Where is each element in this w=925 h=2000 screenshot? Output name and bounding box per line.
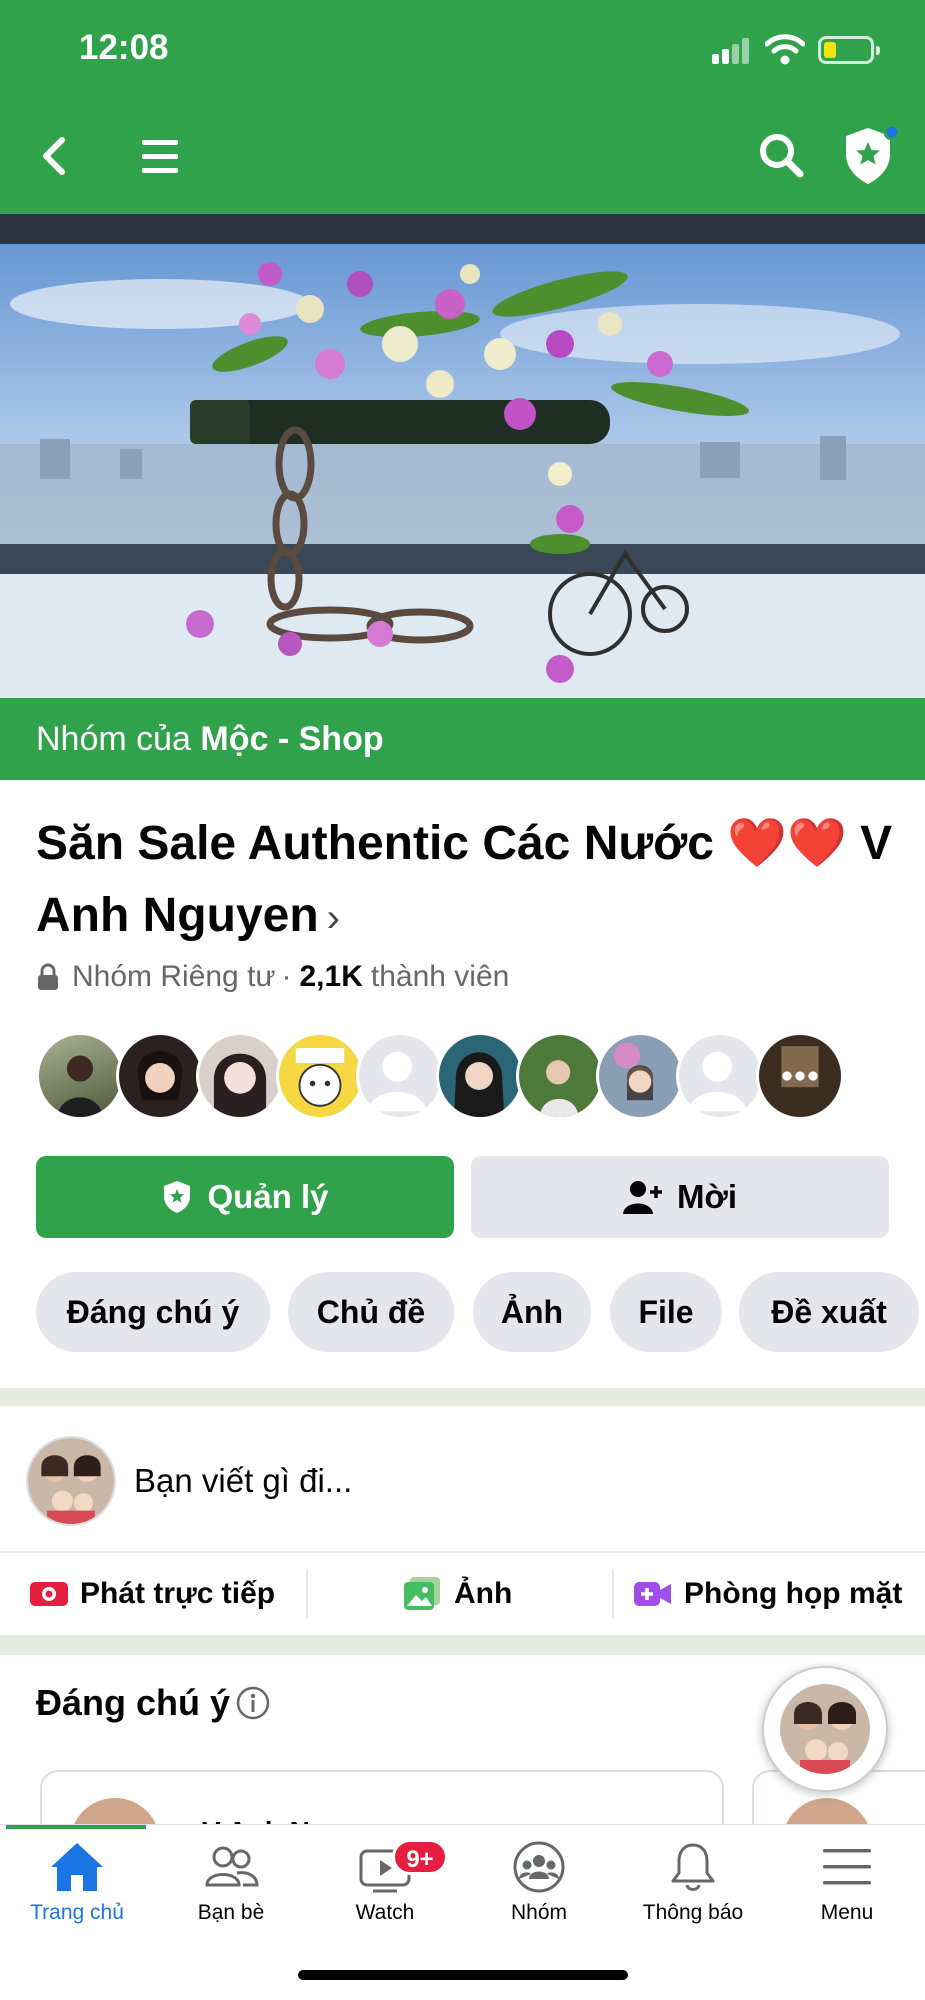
member-avatar[interactable] <box>36 1032 124 1120</box>
active-tab-indicator <box>6 1825 146 1829</box>
tab-menu-label: Menu <box>820 1901 874 1924</box>
manage-label: Quản lý <box>207 1178 329 1215</box>
privacy-label: Nhóm Riêng tư <box>72 960 276 993</box>
chip-topics[interactable]: Chủ đề <box>288 1272 454 1352</box>
room-label: Phòng họp mặt <box>684 1577 903 1610</box>
tab-notifications-label: Thông báo <box>642 1901 744 1924</box>
tab-notifications[interactable]: Thông báo <box>616 1839 770 1959</box>
more-members-avatar[interactable] <box>756 1032 844 1120</box>
chevron-right-icon: › <box>326 896 340 940</box>
status-time: 12:08 <box>79 28 169 67</box>
tab-groups-label: Nhóm <box>510 1901 568 1924</box>
member-count[interactable]: 2,1K <box>300 960 363 994</box>
photo-button[interactable]: Ảnh <box>404 1553 512 1635</box>
friends-icon <box>205 1846 259 1887</box>
member-avatar-default[interactable] <box>356 1032 444 1120</box>
admin-shield-icon <box>164 1181 191 1213</box>
chip-files[interactable]: File <box>610 1272 722 1352</box>
member-avatar[interactable] <box>116 1032 204 1120</box>
chat-head-avatar <box>780 1684 870 1774</box>
featured-section-title: Đáng chú ý <box>36 1682 270 1724</box>
back-icon[interactable] <box>36 132 72 180</box>
tab-friends-label: Bạn bè <box>197 1901 265 1924</box>
watch-badge: 9+ <box>392 1839 448 1875</box>
post-composer[interactable]: Bạn viết gì đi... <box>0 1406 925 1552</box>
meta-separator: · <box>281 960 292 993</box>
manage-button[interactable]: Quản lý <box>36 1156 454 1238</box>
my-avatar[interactable] <box>26 1436 116 1526</box>
battery-icon <box>818 36 880 64</box>
member-label: thành viên <box>370 960 510 993</box>
tab-groups[interactable]: Nhóm <box>462 1839 616 1959</box>
member-avatar[interactable] <box>436 1032 524 1120</box>
menu-icon[interactable] <box>140 136 180 176</box>
live-label: Phát trực tiếp <box>80 1577 276 1610</box>
group-owner-bar[interactable]: Nhóm của Mộc - Shop <box>0 698 925 780</box>
owner-prefix: Nhóm của <box>36 720 201 758</box>
tab-home-label: Trang chủ <box>30 1901 124 1924</box>
bell-icon <box>671 1843 715 1891</box>
section-divider <box>0 1635 925 1655</box>
group-name: Săn Sale Authentic Các Nước ❤️❤️ V Anh N… <box>36 817 893 942</box>
member-avatar[interactable] <box>516 1032 604 1120</box>
chip-photos[interactable]: Ảnh <box>473 1272 591 1352</box>
photo-icon <box>404 1577 440 1610</box>
video-room-icon <box>634 1582 671 1606</box>
info-icon[interactable] <box>236 1686 270 1720</box>
invite-label: Mời <box>676 1178 738 1215</box>
member-avatar[interactable] <box>196 1032 284 1120</box>
wifi-icon <box>765 34 805 65</box>
tab-watch[interactable]: 9+ Watch <box>308 1839 462 1959</box>
search-icon[interactable] <box>756 130 806 180</box>
admin-shield-icon[interactable] <box>840 122 900 188</box>
member-avatar-default[interactable] <box>676 1032 764 1120</box>
live-video-icon <box>30 1582 68 1606</box>
chat-head-bubble[interactable] <box>762 1666 888 1792</box>
group-meta: Nhóm Riêng tư · 2,1K thành viên <box>36 960 509 994</box>
tab-menu[interactable]: Menu <box>770 1839 924 1959</box>
add-person-icon <box>622 1181 662 1214</box>
group-page: { "status_bar": { "time": "12:08" }, "co… <box>0 0 925 2000</box>
cellular-signal-icon <box>712 38 750 64</box>
owner-name[interactable]: Mộc - Shop <box>200 720 383 758</box>
section-divider <box>0 1388 925 1406</box>
group-title[interactable]: Săn Sale Authentic Các Nước ❤️❤️ V Anh N… <box>36 808 896 954</box>
member-avatar[interactable] <box>596 1032 684 1120</box>
tab-home[interactable]: Trang chủ <box>0 1839 154 1959</box>
action-separator <box>306 1569 308 1619</box>
photo-label: Ảnh <box>454 1577 513 1610</box>
menu-lines-icon <box>823 1849 871 1885</box>
group-cover-photo[interactable] <box>0 214 925 698</box>
room-button[interactable]: Phòng họp mặt <box>634 1553 902 1635</box>
home-icon <box>51 1843 103 1891</box>
invite-button[interactable]: Mời <box>471 1156 889 1238</box>
groups-icon <box>513 1841 565 1893</box>
tab-friends[interactable]: Bạn bè <box>154 1839 308 1959</box>
composer-actions: Phát trực tiếp Ảnh Phòng họp mặt <box>0 1553 925 1635</box>
chip-suggested[interactable]: Đề xuất <box>739 1272 919 1352</box>
chip-featured[interactable]: Đáng chú ý <box>36 1272 270 1352</box>
home-indicator <box>298 1970 628 1980</box>
go-live-button[interactable]: Phát trực tiếp <box>30 1553 275 1635</box>
composer-placeholder[interactable]: Bạn viết gì đi... <box>134 1462 352 1500</box>
lock-icon <box>38 963 58 990</box>
featured-title-text: Đáng chú ý <box>36 1682 231 1723</box>
member-avatar[interactable] <box>276 1032 364 1120</box>
action-separator <box>612 1569 614 1619</box>
tab-watch-label: Watch <box>355 1901 415 1924</box>
